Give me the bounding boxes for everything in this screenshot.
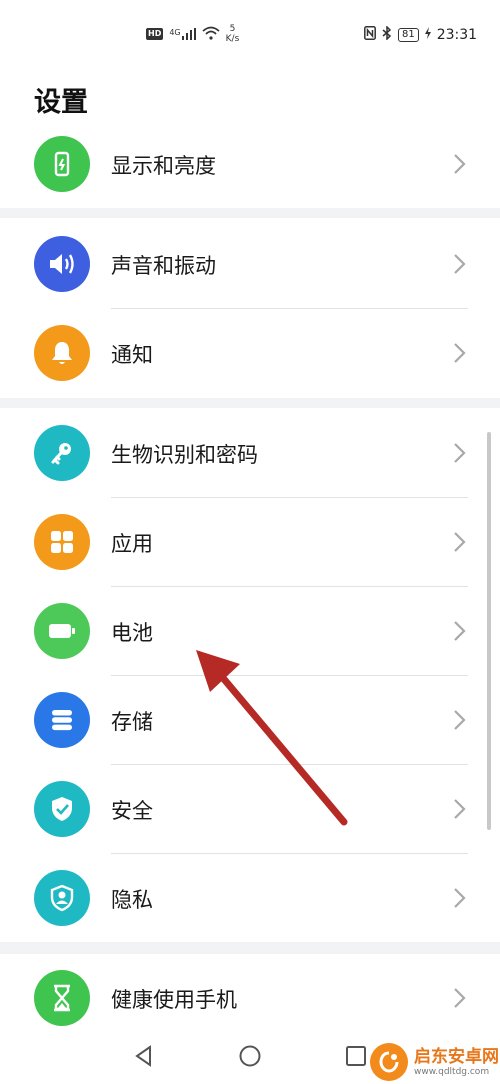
- status-bar-left: HD 4G 5 K/s: [146, 24, 239, 44]
- charging-icon: [424, 27, 431, 43]
- recents-icon[interactable]: [342, 1042, 370, 1070]
- hd-badge: HD: [146, 28, 164, 40]
- settings-item-battery[interactable]: 电池: [0, 587, 500, 675]
- group-separator: [0, 942, 500, 954]
- chevron-right-icon: [454, 799, 466, 819]
- status-bar-right: 81 23:31: [364, 25, 478, 44]
- chevron-right-icon: [454, 988, 466, 1008]
- settings-item-label: 应用: [111, 532, 153, 556]
- settings-item-display[interactable]: 显示和亮度: [0, 120, 500, 208]
- settings-item-storage[interactable]: 存储: [0, 676, 500, 764]
- chevron-right-icon: [454, 621, 466, 641]
- clock: 23:31: [436, 27, 478, 43]
- network-label: 4G: [169, 28, 181, 37]
- settings-group-display: 显示和亮度: [0, 120, 500, 208]
- settings-item-label: 隐私: [111, 888, 153, 912]
- settings-item-label: 声音和振动: [111, 254, 216, 278]
- battery-indicator: 81: [398, 28, 419, 42]
- settings-item-notifications[interactable]: 通知: [0, 309, 500, 397]
- watermark-url: www.qdltdg.com: [414, 1066, 490, 1077]
- settings-group-sound: 声音和振动 通知: [0, 218, 500, 398]
- settings-item-sound[interactable]: 声音和振动: [0, 220, 500, 308]
- chevron-right-icon: [454, 532, 466, 552]
- chevron-right-icon: [454, 343, 466, 363]
- settings-item-digital-balance[interactable]: 健康使用手机: [0, 954, 500, 1042]
- privacy-icon: [34, 870, 90, 926]
- settings-item-apps[interactable]: 应用: [0, 498, 500, 586]
- chevron-right-icon: [454, 254, 466, 274]
- home-icon[interactable]: [236, 1042, 264, 1070]
- settings-group-device: 生物识别和密码 应用 电池 存储 安全 隐私: [0, 408, 500, 942]
- sound-icon: [34, 236, 90, 292]
- signal-icon: 4G: [169, 28, 196, 40]
- chevron-right-icon: [454, 888, 466, 908]
- network-speed: 5 K/s: [226, 24, 240, 44]
- scrollbar[interactable]: [487, 432, 491, 830]
- watermark-text: 启东安卓网 www.qdltdg.com: [414, 1047, 499, 1078]
- status-bar: HD 4G 5 K/s 81 23:31: [0, 0, 500, 72]
- settings-item-label: 电池: [111, 621, 153, 645]
- settings-item-label: 生物识别和密码: [111, 443, 258, 467]
- settings-item-label: 存储: [111, 710, 153, 734]
- bluetooth-icon: [382, 25, 392, 44]
- speed-value: 5: [229, 24, 236, 34]
- group-separator: [0, 398, 500, 408]
- display-icon: [34, 136, 90, 192]
- shield-icon: [34, 781, 90, 837]
- chevron-right-icon: [454, 443, 466, 463]
- settings-item-label: 安全: [111, 799, 153, 823]
- settings-item-biometrics[interactable]: 生物识别和密码: [0, 409, 500, 497]
- storage-icon: [34, 692, 90, 748]
- chevron-right-icon: [454, 710, 466, 730]
- watermark-logo-icon: [370, 1043, 408, 1081]
- settings-item-label: 健康使用手机: [111, 988, 237, 1012]
- bell-icon: [34, 325, 90, 381]
- settings-item-label: 通知: [111, 343, 153, 367]
- speed-unit: K/s: [225, 34, 240, 44]
- hourglass-icon: [34, 970, 90, 1026]
- key-icon: [34, 425, 90, 481]
- settings-item-privacy[interactable]: 隐私: [0, 854, 500, 942]
- group-separator: [0, 208, 500, 218]
- back-icon[interactable]: [130, 1042, 158, 1070]
- watermark: 启东安卓网 www.qdltdg.com: [370, 1040, 500, 1084]
- battery-icon: [34, 603, 90, 659]
- apps-icon: [34, 514, 90, 570]
- watermark-title: 启东安卓网: [414, 1046, 499, 1067]
- settings-item-security[interactable]: 安全: [0, 765, 500, 853]
- settings-group-health: 健康使用手机: [0, 954, 500, 1034]
- settings-item-label: 显示和亮度: [111, 154, 216, 178]
- chevron-right-icon: [454, 154, 466, 174]
- page-title: 设置: [34, 87, 88, 118]
- wifi-icon: [202, 26, 220, 43]
- nfc-icon: [364, 26, 376, 44]
